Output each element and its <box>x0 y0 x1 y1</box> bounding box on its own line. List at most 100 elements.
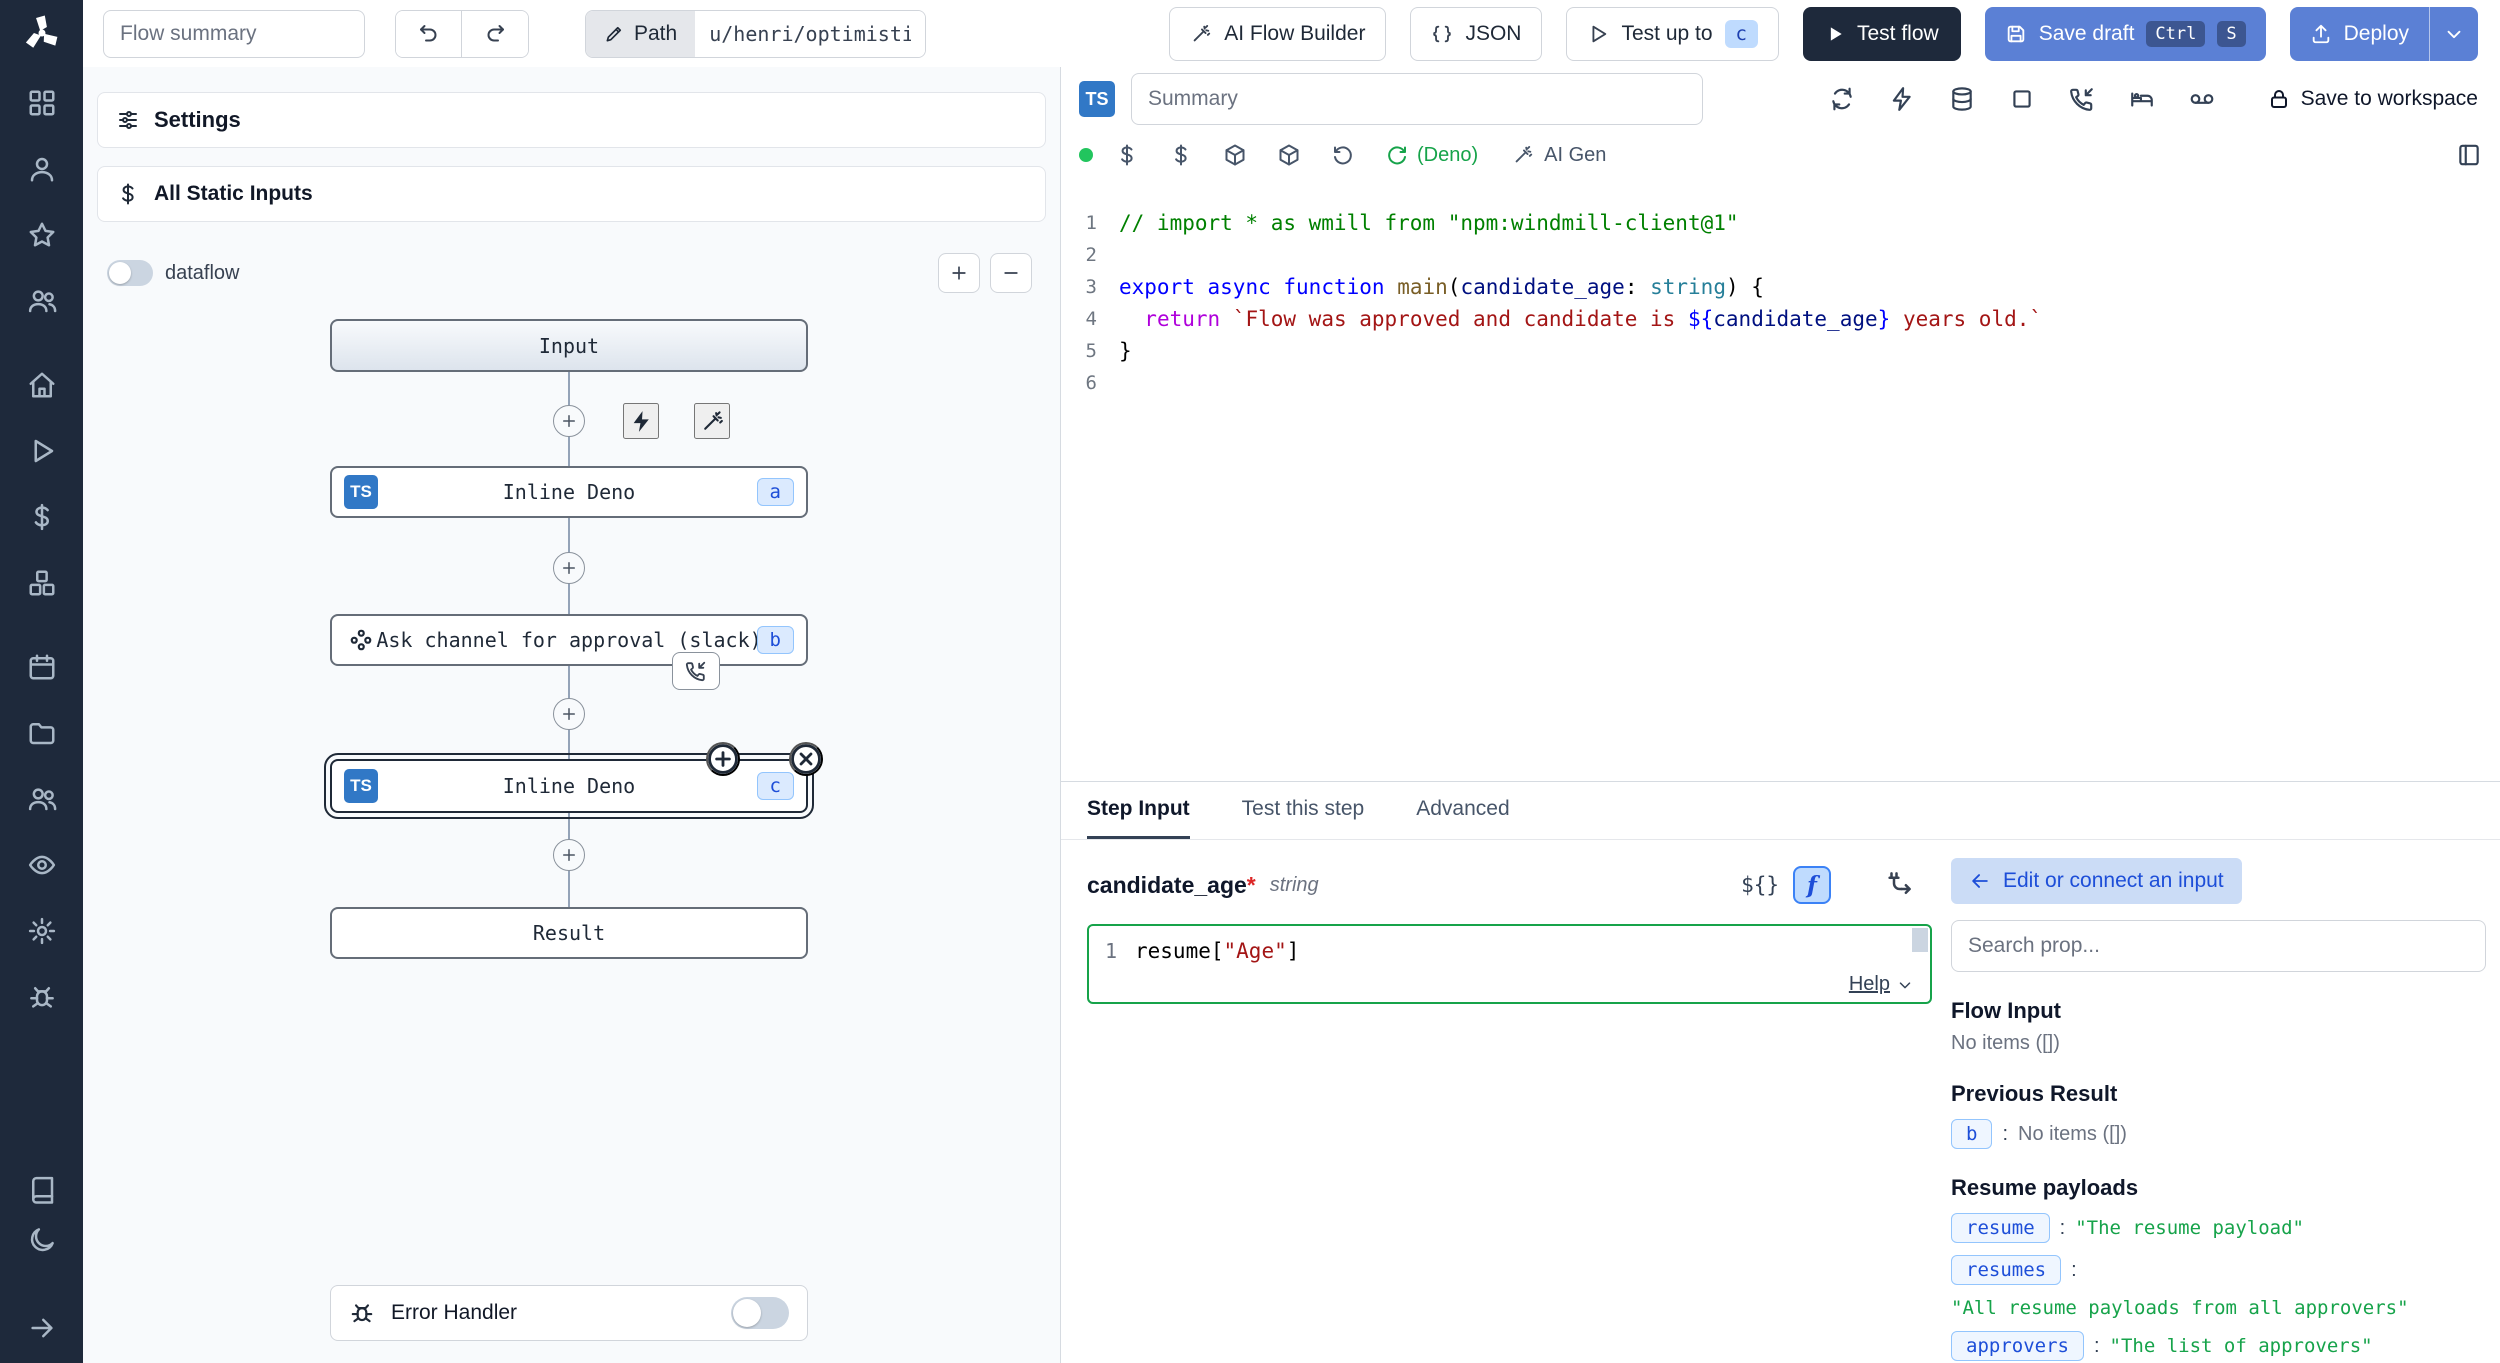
move-step-button[interactable] <box>706 742 740 776</box>
test-flow-button[interactable]: Test flow <box>1803 7 1961 61</box>
code-editor[interactable]: 1// import * as wmill from "npm:windmill… <box>1061 179 2500 781</box>
path-input[interactable] <box>695 11 925 57</box>
path-button[interactable]: Path <box>586 11 695 57</box>
flow-summary-input[interactable] <box>103 10 365 58</box>
delete-step-button[interactable] <box>789 742 823 776</box>
tab-advanced[interactable]: Advanced <box>1416 782 1509 839</box>
error-handler-toggle[interactable] <box>731 1297 789 1329</box>
help-link[interactable]: Help <box>1849 973 1914 996</box>
variables-dollar-icon[interactable] <box>27 502 57 532</box>
flow-node-a[interactable]: TS Inline Deno a <box>330 466 808 518</box>
tab-test-this-step[interactable]: Test this step <box>1242 782 1365 839</box>
suspend-phone-button[interactable] <box>672 652 720 690</box>
user-icon[interactable] <box>27 154 57 184</box>
step-panel-content: candidate_age* string ${} f 1 res <box>1061 840 2500 1363</box>
reset-rotate-icon[interactable] <box>1331 143 1355 167</box>
library-panel-icon[interactable] <box>2456 142 2482 168</box>
flow-settings-bar[interactable]: Settings <box>97 92 1046 148</box>
insert-step-button-4[interactable] <box>553 839 585 871</box>
flow-node-result[interactable]: Result <box>330 907 808 959</box>
summary-input[interactable] <box>1131 73 1703 125</box>
mock-voicemail-icon[interactable] <box>2189 86 2215 112</box>
insert-step-button-1[interactable] <box>553 405 585 437</box>
sleep-bed-icon[interactable] <box>2129 86 2155 112</box>
runtime-label: (Deno) <box>1417 144 1478 167</box>
deploy-button[interactable]: Deploy <box>2290 7 2429 61</box>
edit-or-connect-label: Edit or connect an input <box>2003 869 2224 893</box>
resources-blocks-icon[interactable] <box>27 568 57 598</box>
undo-button[interactable] <box>396 11 462 57</box>
windmill-logo[interactable] <box>21 12 63 54</box>
contextual-dollar-icon[interactable] <box>1169 143 1193 167</box>
template-string-button[interactable]: ${} <box>1741 873 1779 897</box>
test-up-to-button[interactable]: Test up to c <box>1566 7 1779 61</box>
early-stop-square-icon[interactable] <box>2009 86 2035 112</box>
undo-redo-group <box>395 10 529 58</box>
expression-line: 1 resume["Age"] <box>1089 926 1930 960</box>
dataflow-toggle[interactable] <box>107 260 153 286</box>
schedules-calendar-icon[interactable] <box>27 652 57 682</box>
redo-button[interactable] <box>462 11 528 57</box>
prop-badge-resume[interactable]: resume <box>1951 1213 2050 1243</box>
workers-bug-icon[interactable] <box>27 982 57 1012</box>
trigger-zap-button[interactable] <box>623 403 659 439</box>
team-users-icon[interactable] <box>27 286 57 316</box>
node-b-id-badge: b <box>757 626 794 654</box>
error-handler-bar[interactable]: Error Handler <box>330 1285 808 1341</box>
json-button[interactable]: JSON <box>1410 7 1542 61</box>
field-row: candidate_age* string ${} f <box>1087 866 1925 904</box>
deploy-more-button[interactable] <box>2429 7 2478 61</box>
runtime-selector[interactable]: (Deno) <box>1385 143 1478 167</box>
variables-dollar-icon[interactable] <box>1115 143 1139 167</box>
theme-moon-icon[interactable] <box>27 1225 57 1255</box>
flow-node-c-selected[interactable]: TS Inline Deno c <box>330 759 808 813</box>
favorites-star-icon[interactable] <box>27 220 57 250</box>
zoom-out-button[interactable] <box>990 253 1032 293</box>
expression-editor[interactable]: 1 resume["Age"] Help <box>1087 924 1932 1004</box>
docs-book-icon[interactable] <box>27 1175 57 1205</box>
ai-flow-builder-button[interactable]: AI Flow Builder <box>1169 7 1386 61</box>
plug-arrow-icon <box>1882 869 1916 899</box>
ai-gen-button[interactable]: AI Gen <box>1512 144 1606 167</box>
field-type: string <box>1270 874 1319 897</box>
save-draft-button[interactable]: Save draft Ctrl S <box>1985 7 2266 61</box>
code-line: 1// import * as wmill from "npm:windmill… <box>1061 207 2500 239</box>
flow-node-b[interactable]: Ask channel for approval (slack) b <box>330 614 808 666</box>
mini-scrollbar[interactable] <box>1912 928 1928 952</box>
flow-node-input[interactable]: Input <box>330 319 808 372</box>
suspend-phone-icon[interactable] <box>2069 86 2095 112</box>
cache-database-icon[interactable] <box>1949 86 1975 112</box>
undo-icon <box>417 22 441 46</box>
prop-search-input[interactable] <box>1951 920 2486 972</box>
refresh-icon <box>1385 143 1409 167</box>
zoom-in-button[interactable] <box>938 253 980 293</box>
prop-badge-resumes[interactable]: resumes <box>1951 1255 2061 1285</box>
static-inputs-bar[interactable]: All Static Inputs <box>97 166 1046 222</box>
insert-step-button-3[interactable] <box>553 698 585 730</box>
audit-eye-icon[interactable] <box>27 850 57 880</box>
save-to-workspace-button[interactable]: Save to workspace <box>2267 87 2478 111</box>
resume-rows: resume:"The resume payload"resumes:"All … <box>1951 1201 2486 1361</box>
retries-cycle-icon[interactable] <box>1829 86 1855 112</box>
javascript-expression-button[interactable]: f <box>1793 866 1831 904</box>
concurrency-bolt-icon[interactable] <box>1889 86 1915 112</box>
connect-input-plug-button[interactable] <box>1873 866 1925 904</box>
collapse-arrow-icon[interactable] <box>27 1313 57 1343</box>
insert-step-button-2[interactable] <box>553 552 585 584</box>
apps-grid-icon[interactable] <box>27 88 57 118</box>
step-tabs: Step Input Test this step Advanced <box>1061 782 2500 840</box>
prop-badge-approvers[interactable]: approvers <box>1951 1331 2084 1361</box>
package-icon[interactable] <box>1223 143 1247 167</box>
edit-or-connect-button[interactable]: Edit or connect an input <box>1951 858 2242 904</box>
package-icon-2[interactable] <box>1277 143 1301 167</box>
tab-step-input[interactable]: Step Input <box>1087 782 1190 839</box>
ai-wand-button[interactable] <box>694 403 730 439</box>
prop-badge-b[interactable]: b <box>1951 1119 1992 1149</box>
settings-gear-icon[interactable] <box>27 916 57 946</box>
home-icon[interactable] <box>27 370 57 400</box>
runs-play-icon[interactable] <box>27 436 57 466</box>
deploy-group: Deploy <box>2290 7 2478 61</box>
folders-icon[interactable] <box>27 718 57 748</box>
groups-users-icon[interactable] <box>27 784 57 814</box>
flow-canvas[interactable]: dataflow Input TS Inline Deno a <box>83 222 1060 1363</box>
